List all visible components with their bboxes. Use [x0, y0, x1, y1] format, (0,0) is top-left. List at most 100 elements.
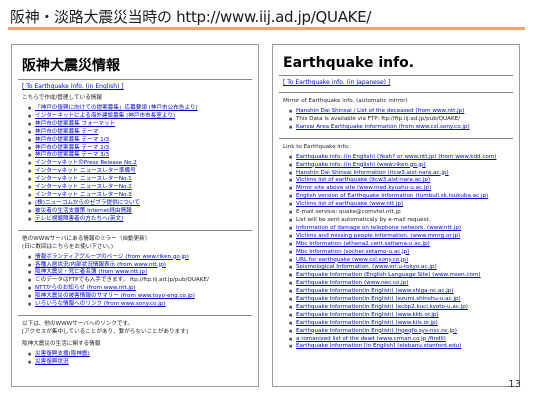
item-link[interactable]: Earthquake Information(in English) (www.…	[296, 320, 438, 326]
item-link[interactable]: インター∨ネット ニュースレターNo.3	[35, 192, 132, 198]
list-item[interactable]: Kansai Area Earthquake information (from…	[289, 124, 519, 132]
list-item[interactable]: Earthquake Information [in English] (ele…	[289, 343, 519, 351]
list-item[interactable]: インター∨ネット ニュースレター準備号	[28, 168, 258, 176]
list-item[interactable]: Seismological Information. (www.eri.u-to…	[289, 264, 519, 272]
item-link[interactable]: NTTからのお知らせ (from www.ntt.jp)	[35, 285, 136, 291]
item-link[interactable]: テレビ視聴障害者の方たちへ(英文)	[35, 216, 123, 222]
list-item[interactable]: インター∨ネット ニュースレターNo.2	[28, 184, 258, 192]
list-item[interactable]: 災害復興状況	[28, 359, 258, 367]
list-item[interactable]: Mbc Information (athena2.cent.saitama-u.…	[289, 241, 519, 249]
item-link[interactable]: 神戸市の提案募集 テーマ 3/3	[35, 152, 109, 158]
item-link[interactable]: Earthquake Information (www.nec.co.jp)	[296, 280, 408, 286]
list-item[interactable]: 神戸市の提案募集 テーマ 1/3	[28, 137, 258, 145]
item-link[interactable]: 各種入居状況/内部状況情報表示 (from www.ntt.jp)	[35, 262, 166, 268]
list-item[interactable]: Information of damage on telephone netwo…	[289, 225, 519, 233]
list-item[interactable]: テレビ視聴障害者の方たちへ(英文)	[28, 216, 258, 224]
list-item[interactable]: Hanshin Dai Shinsai / List of the deceas…	[289, 108, 519, 116]
item-link[interactable]: Victims list of earthquake (itcw3.aist-n…	[296, 177, 430, 183]
external-links-note: [アクセスが集中していることがあり、繋がらないことがあります]	[22, 328, 188, 335]
item-link[interactable]: Earthquake info. (in English) (www.riken…	[296, 162, 426, 168]
item-link[interactable]: 神戸市の提案募集 テーマ	[35, 129, 98, 135]
item-link[interactable]: URL for earthquake (www.csl.sony.co.jp)	[296, 257, 408, 263]
japanese-info-panel[interactable]: 阪神大震災情報 [ To Earthquake info. (in Englis…	[11, 44, 259, 387]
english-info-panel[interactable]: Earthquake info. [ To Earthquake info. (…	[272, 44, 520, 387]
item-link[interactable]: 阪神大震災の被害情報のサマリー (from www.toyo-eng.co.jp…	[35, 293, 195, 299]
mirror-intro-en: Mirror of Earthquake info. (automatic mi…	[283, 98, 408, 104]
item-link[interactable]: 災害復興状況	[35, 359, 69, 365]
list-item: List will be sent automaticaly by e-mail…	[289, 217, 519, 225]
list-item[interactable]: (株)ニューコムからのゼブラ提供について	[28, 200, 258, 208]
item-link[interactable]: English version of Earthquake Informatio…	[296, 193, 488, 199]
item-text: このデータはFTPでも入手できます。 ftp://ftp.iij.ad.jp/p…	[35, 277, 209, 284]
item-link[interactable]: Earthquake Information(in English) (www.…	[296, 288, 454, 294]
list-item[interactable]: インター∨ネット ニュースレターNo.3	[28, 192, 258, 200]
item-link[interactable]: Earthquake Information(in English) (www.…	[296, 312, 439, 318]
item-link[interactable]: Hanshin Dai Shinsai Information (itcw3.a…	[296, 170, 449, 176]
item-link[interactable]: Earthquake Information(in English) (ngeq…	[296, 328, 457, 334]
list-item[interactable]: English version of Earthquake Informatio…	[289, 193, 519, 201]
list-item[interactable]: Earthquake Information(in English) (www.…	[289, 320, 519, 328]
list-item[interactable]: Victims list of earthquake (itcw3.aist-n…	[289, 177, 519, 185]
to-english-link[interactable]: [ To Earthquake info. (in English) ]	[22, 83, 258, 90]
list-item[interactable]: Earthquake Information(in English) (ecbp…	[289, 304, 519, 312]
item-link[interactable]: インター∨ネット ニュースレターNo.2	[35, 184, 132, 190]
list-item[interactable]: 神戸市の提案募集 テーマ	[28, 129, 258, 137]
list-item[interactable]: Earthquake Information(in English) (www.…	[289, 312, 519, 320]
item-link[interactable]: Earthquake Information [in English] (ele…	[296, 343, 461, 349]
item-link[interactable]: Victims and missing people information. …	[296, 233, 460, 239]
list-item[interactable]: Earthquake Information (www.nec.co.jp)	[289, 280, 519, 288]
item-link[interactable]: Mbc Information (socher.setamo-u.ac.jp)	[296, 249, 409, 255]
list-item[interactable]: a romanized list of the dead (www.crman.…	[289, 336, 519, 344]
item-link[interactable]: Kansai Area Earthquake information (from…	[296, 124, 470, 130]
item-link[interactable]: いろいろな情報へのリンク (from www.sony.co.jp)	[35, 301, 166, 307]
list-item[interactable]: いろいろな情報へのリンク (from www.sony.co.jp)	[28, 301, 258, 309]
list-item[interactable]: Earthquake Information(in English) (ngeq…	[289, 328, 519, 336]
to-japanese-link[interactable]: [ To Earthquake info. (in Japanese) ]	[283, 79, 519, 86]
list-item[interactable]: Hanshin Dai Shinsai Information (itcw3.a…	[289, 170, 519, 178]
list-item[interactable]: インター∨ネット ニュースレターNo.1	[28, 176, 258, 184]
item-link[interactable]: Earthquake Information(in English) (ezum…	[296, 296, 461, 302]
list-item[interactable]: 「神戸の復興に向けての提案募集」応募要領 (神戸市公布告より)	[28, 105, 258, 113]
item-link[interactable]: 阪神大震災・死亡者名簿 (from www.ntt.jp)	[35, 269, 147, 275]
list-item[interactable]: Earthquake Information (English Language…	[289, 272, 519, 280]
item-link[interactable]: 神戸市の提案募集 テーマ 2/3	[35, 145, 109, 151]
item-link[interactable]: 神戸市の提案募集 フォーマット	[35, 121, 115, 127]
list-item[interactable]: 神戸市の提案募集 フォーマット	[28, 121, 258, 129]
item-link[interactable]: 神戸市の提案募集 テーマ 1/3	[35, 137, 109, 143]
list-item[interactable]: Victims and missing people information. …	[289, 233, 519, 241]
list-item[interactable]: 情報ボランティアグループのページ (from www.riken.go.jp)	[28, 254, 258, 262]
list-item[interactable]: 災害復興支援(阪神震)	[28, 351, 258, 359]
item-link[interactable]: インター∨ネット ニュースレター準備号	[35, 168, 136, 174]
item-link[interactable]: Hanshin Dai Shinsai / List of the deceas…	[296, 108, 464, 114]
item-link[interactable]: Mirror site above site (www.med.kyushu-u…	[296, 185, 431, 191]
item-link[interactable]: 被災者の生活支援策 Internet経由情報	[35, 208, 132, 214]
list-item[interactable]: Earthquake Information(in English) (www.…	[289, 288, 519, 296]
list-item[interactable]: 阪神大震災の被害情報のサマリー (from www.toyo-eng.co.jp…	[28, 293, 258, 301]
item-link[interactable]: Earthquake info. (in English) (Yeah? or …	[296, 154, 496, 160]
item-link[interactable]: インターネットによる海外建設募集 (神戸市市長室より)	[35, 113, 175, 119]
item-link[interactable]: 「神戸の復興に向けての提案募集」応募要領 (神戸市公布告より)	[35, 105, 198, 111]
list-item[interactable]: Victims list of earthquake (www.ntt.jp)	[289, 201, 519, 209]
list-item[interactable]: NTTからのお知らせ (from www.ntt.jp)	[28, 285, 258, 293]
list-item[interactable]: URL for earthquake (www.csl.sony.co.jp)	[289, 257, 519, 265]
item-link[interactable]: Information of damage on telephone netwo…	[296, 225, 461, 231]
list-item[interactable]: Earthquake info. (in English) (Yeah? or …	[289, 154, 519, 162]
item-link[interactable]: Earthquake Information (English Language…	[296, 272, 481, 278]
list-item[interactable]: 被災者の生活支援策 Internet経由情報	[28, 208, 258, 216]
item-link[interactable]: 災害復興支援(阪神震)	[35, 351, 90, 357]
item-link[interactable]: a romanized list of the dead (www.crman.…	[296, 336, 446, 342]
list-item[interactable]: インターネットによる海外建設募集 (神戸市市長室より)	[28, 113, 258, 121]
item-link[interactable]: 情報ボランティアグループのページ (from www.riken.go.jp)	[35, 254, 189, 260]
list-item[interactable]: Earthquake info. (in English) (www.riken…	[289, 162, 519, 170]
item-link[interactable]: インター∨ネット ニュースレターNo.1	[35, 176, 132, 182]
list-item[interactable]: Mirror site above site (www.med.kyushu-u…	[289, 185, 519, 193]
mirror-intro: 他のWWWサーバにある情報のミラー（自動更新）	[22, 235, 151, 242]
item-link[interactable]: Earthquake Information(in English) (ecbp…	[296, 304, 468, 310]
item-link[interactable]: Mbc Information (athena2.cent.saitama-u.…	[296, 241, 430, 247]
list-item[interactable]: Earthquake Information(in English) (ezum…	[289, 296, 519, 304]
item-link[interactable]: (株)ニューコムからのゼブラ提供について	[35, 200, 140, 206]
item-link[interactable]: インター∨ネットのPress Release No.2	[35, 160, 137, 166]
list-item[interactable]: Mbc Information (socher.setamo-u.ac.jp)	[289, 249, 519, 257]
item-link[interactable]: Victims list of earthquake (www.ntt.jp)	[296, 201, 403, 207]
item-link[interactable]: Seismological Information. (www.eri.u-to…	[296, 264, 437, 270]
